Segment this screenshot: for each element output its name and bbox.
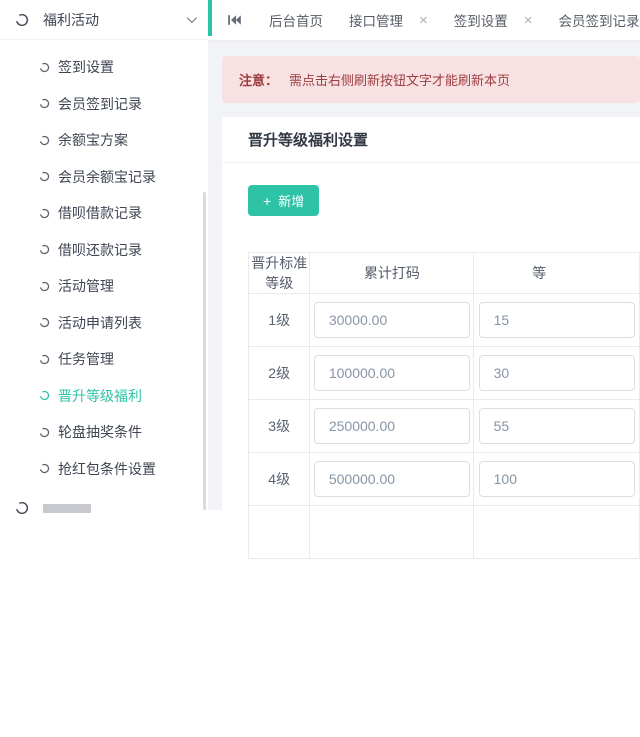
- sidebar-item-label: 抢红包条件设置: [58, 459, 156, 479]
- circle-icon: [39, 98, 50, 109]
- table-row: 3级: [249, 400, 640, 453]
- sidebar-item-activity-management[interactable]: 活动管理: [0, 268, 208, 305]
- circle-icon: [39, 354, 50, 365]
- circle-icon: [39, 427, 50, 438]
- sidebar-item-label: 余额宝方案: [58, 130, 128, 150]
- col-header-turnover: 累计打码: [310, 253, 474, 294]
- notice-text: 需点击右侧刷新按钮文字才能刷新本页: [289, 70, 510, 89]
- tab-label: 后台首页: [269, 10, 323, 30]
- circle-icon: [39, 208, 50, 219]
- sidebar-item-label: 会员余额宝记录: [58, 167, 156, 187]
- sidebar-group-welfare[interactable]: 福利活动: [0, 0, 208, 40]
- tab-dashboard-home[interactable]: 后台首页: [269, 10, 323, 30]
- tab-label: 签到设置: [454, 10, 508, 30]
- tab-label: 接口管理: [349, 10, 403, 30]
- panel-title: 晋升等级福利设置: [248, 129, 368, 150]
- close-icon[interactable]: ×: [524, 13, 533, 28]
- sidebar-group-label: 福利活动: [43, 10, 99, 30]
- active-tab-indicator: [208, 0, 212, 36]
- circle-icon: [39, 62, 50, 73]
- sidebar-item-jiebei-loan-records[interactable]: 借呗借款记录: [0, 195, 208, 232]
- sidebar-item-yuebao-plan[interactable]: 余额宝方案: [0, 122, 208, 159]
- turnover-input[interactable]: [314, 461, 470, 497]
- panel-body: + 新增 晋升标准等级 累计打码 等 1级: [222, 163, 640, 559]
- main-area: 后台首页 接口管理 × 签到设置 × 会员签到记录 × 注意： 需点击右侧刷新按…: [208, 0, 640, 510]
- reward-input[interactable]: [479, 355, 635, 391]
- chevron-down-icon: [187, 13, 197, 23]
- sidebar-item-label: 活动管理: [58, 276, 114, 296]
- plus-icon: +: [263, 194, 271, 208]
- sidebar-item-promotion-level-welfare[interactable]: 晋升等级福利: [0, 378, 208, 415]
- table-header-row: 晋升标准等级 累计打码 等: [249, 253, 640, 294]
- sidebar-item-label: 晋升等级福利: [58, 386, 142, 406]
- sidebar-item-member-yuebao-records[interactable]: 会员余额宝记录: [0, 159, 208, 196]
- table-row: 4级: [249, 453, 640, 506]
- reward-input[interactable]: [479, 302, 635, 338]
- add-button-label: 新增: [278, 191, 304, 210]
- table-row: 1级: [249, 294, 640, 347]
- sidebar-item-task-management[interactable]: 任务管理: [0, 341, 208, 378]
- table-row-partial: [249, 506, 640, 559]
- sidebar-item-label: 轮盘抽奖条件: [58, 422, 142, 442]
- sidebar-item-label: 活动申请列表: [58, 313, 142, 333]
- sidebar-item-signin-settings[interactable]: 签到设置: [0, 49, 208, 86]
- reward-input[interactable]: [479, 408, 635, 444]
- col-header-level: 晋升标准等级: [249, 253, 310, 294]
- tab-signin-settings[interactable]: 签到设置 ×: [454, 10, 533, 30]
- turnover-input[interactable]: [314, 355, 470, 391]
- levels-table: 晋升标准等级 累计打码 等 1级 2级: [248, 252, 640, 559]
- tab-bar: 后台首页 接口管理 × 签到设置 × 会员签到记录 ×: [208, 0, 640, 40]
- promotion-welfare-panel: 晋升等级福利设置 + 新增 晋升标准等级 累计打码 等: [222, 117, 640, 737]
- sidebar-item-label: 任务管理: [58, 349, 114, 369]
- cutoff-label-placeholder: [43, 504, 91, 513]
- circle-icon: [39, 317, 50, 328]
- tab-label: 会员签到记录: [559, 10, 640, 30]
- sidebar-item-label: 签到设置: [58, 57, 114, 77]
- level-cell: 2级: [249, 347, 310, 400]
- circle-icon: [39, 135, 50, 146]
- tab-member-signin-records[interactable]: 会员签到记录 ×: [559, 10, 640, 30]
- table-row: 2级: [249, 347, 640, 400]
- level-cell: [249, 506, 310, 559]
- refresh-notice-banner: 注意： 需点击右侧刷新按钮文字才能刷新本页: [222, 56, 640, 103]
- level-cell: 3级: [249, 400, 310, 453]
- sidebar-item-cutoff[interactable]: [0, 497, 208, 521]
- turnover-input[interactable]: [314, 302, 470, 338]
- sidebar-item-label: 会员签到记录: [58, 94, 142, 114]
- sidebar-item-label: 借呗借款记录: [58, 203, 142, 223]
- circle-icon: [39, 171, 50, 182]
- sidebar-scrollbar[interactable]: [203, 192, 206, 510]
- col-header-reward: 等: [474, 253, 640, 294]
- panel-header: 晋升等级福利设置: [222, 117, 640, 163]
- add-button[interactable]: + 新增: [248, 185, 319, 216]
- level-cell: 4级: [249, 453, 310, 506]
- sidebar-item-member-signin-records[interactable]: 会员签到记录: [0, 86, 208, 123]
- level-cell: 1级: [249, 294, 310, 347]
- circle-icon: [39, 463, 50, 474]
- circle-icon: [39, 244, 50, 255]
- turnover-input[interactable]: [314, 408, 470, 444]
- circle-icon: [39, 390, 50, 401]
- circle-icon: [15, 501, 29, 515]
- notice-prefix: 注意：: [239, 70, 278, 89]
- close-icon[interactable]: ×: [419, 13, 428, 28]
- sidebar-item-red-packet-conditions[interactable]: 抢红包条件设置: [0, 451, 208, 488]
- sidebar-item-label: 借呗还款记录: [58, 240, 142, 260]
- skip-to-first-tab-icon[interactable]: [228, 14, 241, 26]
- levels-table-wrap: 晋升标准等级 累计打码 等 1级 2级: [248, 252, 640, 559]
- tab-api-management[interactable]: 接口管理 ×: [349, 10, 428, 30]
- sidebar-item-wheel-lottery-conditions[interactable]: 轮盘抽奖条件: [0, 414, 208, 451]
- circle-icon: [39, 281, 50, 292]
- sidebar-item-activity-apply-list[interactable]: 活动申请列表: [0, 305, 208, 342]
- sidebar-item-jiebei-repay-records[interactable]: 借呗还款记录: [0, 232, 208, 269]
- reward-input[interactable]: [479, 461, 635, 497]
- sidebar: 福利活动 签到设置 会员签到记录 余额宝方案 会员余额宝记录 借呗借款记录 借呗…: [0, 0, 208, 510]
- sidebar-menu: 签到设置 会员签到记录 余额宝方案 会员余额宝记录 借呗借款记录 借呗还款记录 …: [0, 40, 208, 487]
- circle-icon: [15, 13, 29, 27]
